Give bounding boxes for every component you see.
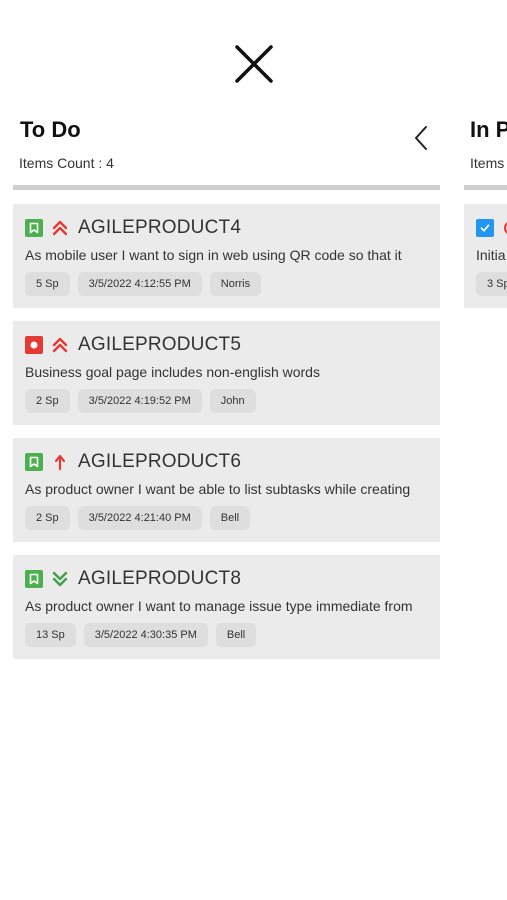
story-points-tag: 5 Sp xyxy=(25,272,70,296)
story-points-tag: 13 Sp xyxy=(25,623,76,647)
issue-card[interactable]: AGILEPRODUCT5 Business goal page include… xyxy=(13,321,440,425)
story-type-icon xyxy=(25,453,43,471)
priority-icon xyxy=(502,219,507,237)
assignee-tag: Norris xyxy=(209,272,262,296)
column-title: In P xyxy=(470,117,507,142)
issue-key: AGILEPRODUCT4 xyxy=(78,217,242,238)
story-points-tag: 2 Sp xyxy=(25,389,70,413)
close-icon xyxy=(235,45,273,83)
issue-key: AGILEPRODUCT6 xyxy=(78,451,242,472)
created-date-tag: 3/5/2022 4:30:35 PM xyxy=(83,623,208,647)
chevron-left-icon xyxy=(415,126,427,150)
issue-card[interactable]: AGILEPRODUCT8 As product owner I want to… xyxy=(13,555,440,659)
priority-highest-icon xyxy=(51,219,69,237)
story-points-tag: 2 Sp xyxy=(25,506,70,530)
issue-card[interactable]: AGILEPRODUCT6 As product owner I want be… xyxy=(13,438,440,542)
column-divider xyxy=(13,185,440,190)
column-title: To Do xyxy=(20,117,81,142)
assignee-tag: Bell xyxy=(215,623,257,647)
close-button[interactable] xyxy=(232,42,276,86)
previous-column-button[interactable] xyxy=(411,124,431,152)
created-date-tag: 3/5/2022 4:21:40 PM xyxy=(77,506,202,530)
assignee-tag: Bell xyxy=(209,506,251,530)
story-type-icon xyxy=(25,570,43,588)
issue-summary: As mobile user I want to sign in web usi… xyxy=(25,247,402,263)
issue-key: AGILEPRODUCT8 xyxy=(78,568,242,589)
issue-summary: Initia xyxy=(476,247,506,263)
column-in-progress: In P Items Initia 3 Sp xyxy=(464,0,507,900)
created-date-tag: 3/5/2022 4:19:52 PM xyxy=(77,389,202,413)
created-date-tag: 3/5/2022 4:12:55 PM xyxy=(77,272,202,296)
priority-highest-icon xyxy=(51,336,69,354)
story-type-icon xyxy=(25,219,43,237)
issue-card[interactable]: AGILEPRODUCT4 As mobile user I want to s… xyxy=(13,204,440,308)
assignee-tag: John xyxy=(209,389,256,413)
story-points-tag: 3 Sp xyxy=(476,272,507,296)
column-items-count: Items xyxy=(470,155,505,171)
issue-key: AGILEPRODUCT5 xyxy=(78,334,242,355)
column-divider xyxy=(464,185,507,190)
bug-type-icon xyxy=(25,336,43,354)
column-items-count: Items Count : 4 xyxy=(19,155,114,171)
task-type-icon xyxy=(476,219,494,237)
issue-card[interactable]: Initia 3 Sp xyxy=(464,204,507,308)
priority-lowest-icon xyxy=(51,570,69,588)
issue-summary: Business goal page includes non-english … xyxy=(25,364,320,380)
issue-summary: As product owner I want to manage issue … xyxy=(25,598,413,614)
issue-summary: As product owner I want be able to list … xyxy=(25,481,411,497)
priority-high-icon xyxy=(51,453,69,471)
